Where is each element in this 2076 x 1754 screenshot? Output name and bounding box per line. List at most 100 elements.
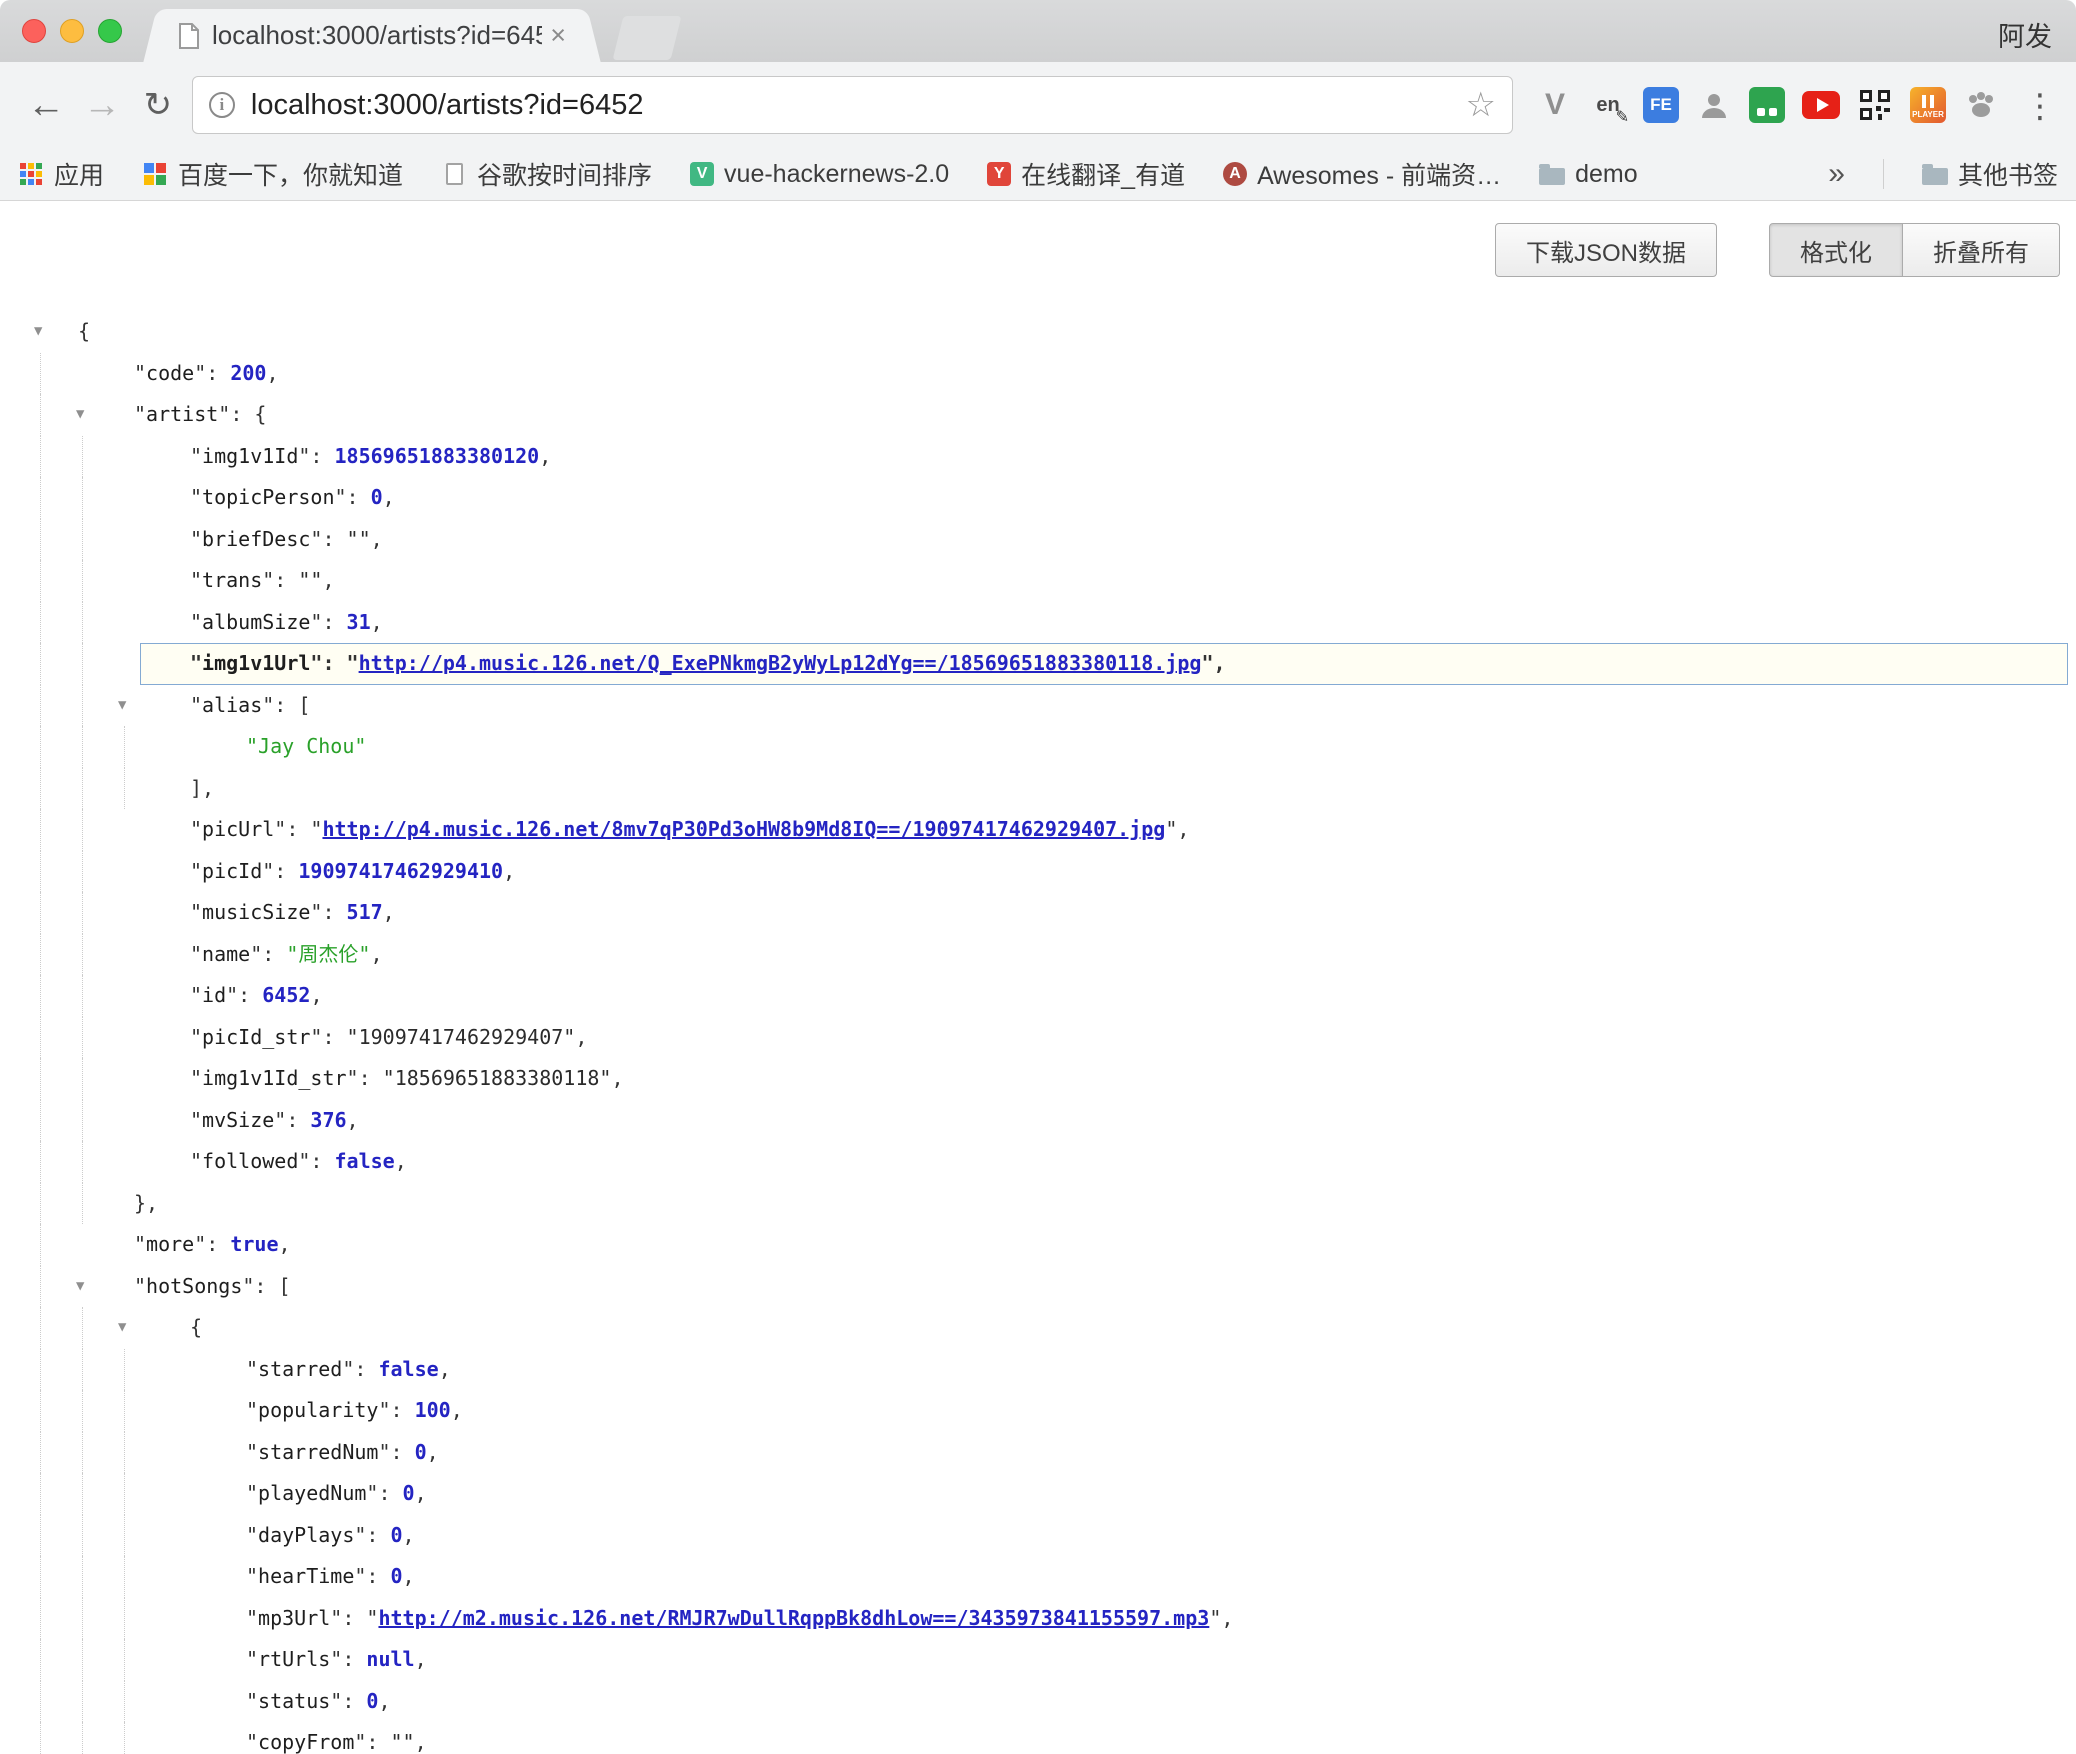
bookmarks-overflow-chevron[interactable]: » <box>1828 157 1845 191</box>
player-extension-icon[interactable]: PLAYER <box>1910 87 1946 123</box>
youdao-icon: Y <box>987 162 1011 186</box>
translate-extension-icon[interactable]: en ✎ <box>1590 87 1626 123</box>
new-tab-button[interactable] <box>613 16 682 60</box>
close-window-button[interactable] <box>22 19 46 43</box>
bookmark-youdao[interactable]: Y 在线翻译_有道 <box>987 156 1185 192</box>
json-line: "starred": false, <box>0 1349 2076 1391</box>
profile-name[interactable]: 阿发 <box>1998 15 2052 54</box>
json-url-link[interactable]: http://p4.music.126.net/8mv7qP30Pd3oHW8b… <box>322 817 1165 841</box>
paw-extension-icon[interactable] <box>1963 87 1999 123</box>
json-key: img1v1Id <box>202 444 298 468</box>
bookmark-baidu[interactable]: 百度一下，你就知道 <box>142 156 403 192</box>
page-info-icon[interactable]: i <box>209 92 235 118</box>
json-punctuation: ": <box>310 1025 346 1049</box>
back-button[interactable]: ← <box>18 86 74 124</box>
bookmark-label: 谷歌按时间排序 <box>477 156 652 192</box>
json-punctuation: ": <box>330 1647 366 1671</box>
json-key: img1v1Url <box>202 651 310 675</box>
forward-button[interactable]: → <box>74 86 130 124</box>
collapse-toggle-icon[interactable]: ▼ <box>118 685 126 727</box>
json-number: 19097417462929410 <box>298 859 503 883</box>
json-punctuation: , <box>427 1440 439 1464</box>
youtube-extension-icon[interactable] <box>1802 91 1840 119</box>
other-bookmarks-folder[interactable]: 其他书签 <box>1922 156 2058 192</box>
json-line: "popularity": 100, <box>0 1390 2076 1432</box>
tab-strip: localhost:3000/artists?id=645 × 阿发 <box>0 0 2076 62</box>
json-url-link[interactable]: http://m2.music.126.net/RMJR7wDullRqppBk… <box>378 1606 1209 1630</box>
bookmark-label: demo <box>1575 160 1638 189</box>
json-line: "more": true, <box>0 1224 2076 1266</box>
json-line-text: "mp3Url": "http://m2.music.126.net/RMJR7… <box>0 1598 1233 1640</box>
json-punctuation: , <box>347 1108 359 1132</box>
json-punctuation: , <box>611 1066 623 1090</box>
json-line-text: { <box>0 311 90 353</box>
json-key: musicSize <box>202 900 310 924</box>
json-line-text: "starred": false, <box>0 1349 451 1391</box>
collapse-toggle-icon[interactable]: ▼ <box>118 1307 126 1349</box>
bookmark-star-icon[interactable]: ☆ <box>1466 85 1496 125</box>
json-punctuation: , <box>279 1232 291 1256</box>
vimium-extension-icon[interactable]: V <box>1537 87 1573 123</box>
fehelper-extension-icon[interactable]: FE <box>1643 87 1679 123</box>
json-punctuation: ], <box>190 776 214 800</box>
person-extension-icon[interactable] <box>1696 87 1732 123</box>
json-line-text: "musicSize": 517, <box>0 892 395 934</box>
json-punctuation: " <box>190 444 202 468</box>
address-bar[interactable]: i localhost:3000/artists?id=6452 ☆ <box>192 76 1513 134</box>
format-button[interactable]: 格式化 <box>1769 223 1903 277</box>
json-punctuation: ": <box>310 651 346 675</box>
minimize-window-button[interactable] <box>60 19 84 43</box>
json-number: 0 <box>391 1523 403 1547</box>
json-line-text: "albumSize": 31, <box>0 602 383 644</box>
json-punctuation: ": <box>310 527 346 551</box>
collapse-toggle-icon[interactable]: ▼ <box>76 1266 84 1308</box>
bookmark-awesomes[interactable]: A Awesomes - 前端资… <box>1223 156 1501 192</box>
extensions-area: V en ✎ FE <box>1537 87 2058 123</box>
reload-button[interactable]: ↻ <box>130 88 186 122</box>
json-string: "19097417462929407" <box>347 1025 576 1049</box>
json-line: "copyFrom": "", <box>0 1722 2076 1754</box>
json-line: "name": "周杰伦", <box>0 934 2076 976</box>
json-line-text: { <box>0 1307 202 1349</box>
json-punctuation: " <box>190 1149 202 1173</box>
url-input[interactable]: localhost:3000/artists?id=6452 <box>251 89 1466 122</box>
json-line-text: "dayPlays": 0, <box>0 1515 415 1557</box>
bookmark-vue-hackernews[interactable]: V vue-hackernews-2.0 <box>690 160 949 189</box>
json-line: "id": 6452, <box>0 975 2076 1017</box>
json-line-text: "hotSongs": [ <box>0 1266 291 1308</box>
json-line-text: "mvSize": 376, <box>0 1100 359 1142</box>
json-line-text: "picUrl": "http://p4.music.126.net/8mv7q… <box>0 809 1189 851</box>
collapse-all-button[interactable]: 折叠所有 <box>1903 223 2060 277</box>
json-punctuation: " <box>366 1606 378 1630</box>
qr-code-extension-icon[interactable] <box>1857 87 1893 123</box>
tampermonkey-extension-icon[interactable] <box>1749 87 1785 123</box>
json-line-text: "more": true, <box>0 1224 291 1266</box>
bookmark-demo-folder[interactable]: demo <box>1539 160 1638 189</box>
json-punctuation: " <box>190 1025 202 1049</box>
json-line: "mvSize": 376, <box>0 1100 2076 1142</box>
collapse-toggle-icon[interactable]: ▼ <box>34 311 42 353</box>
vue-icon: V <box>690 162 714 186</box>
json-punctuation: " <box>190 817 202 841</box>
json-url-link[interactable]: http://p4.music.126.net/Q_ExePNkmgB2yWyL… <box>359 651 1202 675</box>
json-key: starred <box>258 1357 342 1381</box>
json-line: ▼{ <box>0 1307 2076 1349</box>
fullscreen-window-button[interactable] <box>98 19 122 43</box>
json-keyword: false <box>335 1149 395 1173</box>
json-key: briefDesc <box>202 527 310 551</box>
tab-close-icon[interactable]: × <box>550 20 566 51</box>
json-line-text: "copyFrom": "", <box>0 1722 427 1754</box>
folder-icon <box>1922 168 1948 185</box>
json-line-text: "img1v1Id": 18569651883380120, <box>0 436 551 478</box>
json-line: "followed": false, <box>0 1141 2076 1183</box>
browser-tab[interactable]: localhost:3000/artists?id=645 × <box>162 9 582 62</box>
json-punctuation: ": <box>262 859 298 883</box>
browser-menu-icon[interactable]: ⋮ <box>2022 87 2058 123</box>
json-line: ▼"hotSongs": [ <box>0 1266 2076 1308</box>
download-json-button[interactable]: 下载JSON数据 <box>1495 223 1717 277</box>
collapse-toggle-icon[interactable]: ▼ <box>76 394 84 436</box>
bookmark-google-sort[interactable]: 谷歌按时间排序 <box>441 156 652 192</box>
bookmark-apps[interactable]: 应用 <box>18 156 104 192</box>
json-key: id <box>202 983 226 1007</box>
json-number: 200 <box>230 361 266 385</box>
